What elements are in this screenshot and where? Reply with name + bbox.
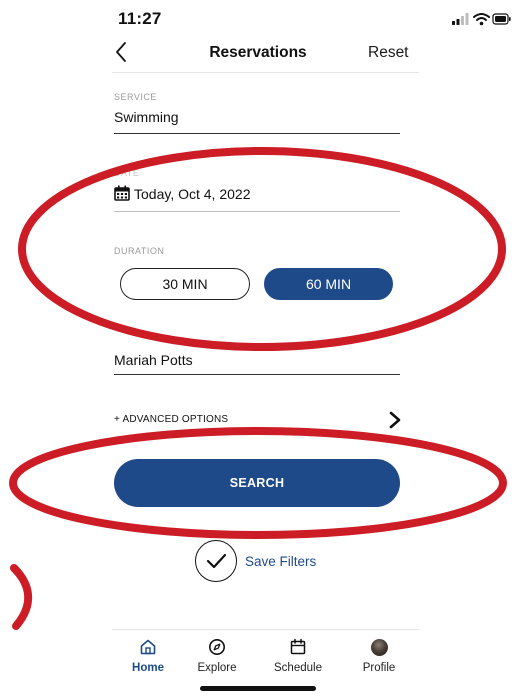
- battery-icon: [492, 13, 511, 25]
- home-indicator: [200, 686, 316, 691]
- service-field[interactable]: Swimming: [114, 109, 179, 125]
- person-underline: [114, 374, 400, 375]
- reset-button[interactable]: Reset: [368, 44, 409, 62]
- wifi-icon: [473, 13, 490, 26]
- duration-label: DURATION: [114, 246, 165, 256]
- date-field[interactable]: Today, Oct 4, 2022: [134, 186, 250, 202]
- status-time: 11:27: [118, 9, 162, 28]
- tab-home-label: Home: [132, 662, 164, 674]
- avatar: [370, 638, 388, 656]
- page-title: Reservations: [209, 44, 307, 61]
- calendar-icon: [114, 185, 130, 201]
- search-button[interactable]: SEARCH: [114, 459, 400, 507]
- duration-30-min-option[interactable]: 30 MIN: [120, 268, 250, 300]
- tab-home[interactable]: Home: [113, 636, 183, 674]
- tab-explore-label: Explore: [197, 662, 237, 674]
- date-label: DATE: [114, 168, 140, 178]
- advanced-options-link[interactable]: + ADVANCED OPTIONS: [114, 414, 228, 425]
- cellular-signal-icon: [452, 13, 469, 25]
- save-filters-label[interactable]: Save Filters: [245, 554, 316, 569]
- status-icons: [452, 13, 511, 26]
- annotation-ellipse-date-duration: [18, 147, 506, 351]
- home-icon: [140, 639, 156, 655]
- annotation-overlay: [9, 147, 507, 630]
- tab-explore[interactable]: Explore: [182, 636, 252, 674]
- header-divider: [112, 72, 419, 73]
- back-button[interactable]: [112, 40, 132, 64]
- date-underline: [114, 211, 400, 212]
- save-filters-toggle[interactable]: [195, 540, 237, 582]
- person-field[interactable]: Mariah Potts: [114, 352, 193, 368]
- service-underline: [114, 133, 400, 134]
- calendar-icon: [290, 638, 306, 655]
- tab-profile[interactable]: Profile: [344, 636, 414, 674]
- chevron-left-icon: [116, 42, 126, 62]
- tab-profile-label: Profile: [362, 662, 396, 674]
- tab-schedule[interactable]: Schedule: [263, 636, 333, 674]
- tab-schedule-label: Schedule: [274, 662, 322, 674]
- checkmark-icon: [206, 553, 227, 569]
- service-label: SERVICE: [114, 92, 157, 102]
- tab-bar-divider: [112, 629, 419, 630]
- chevron-right-icon[interactable]: [386, 410, 404, 430]
- duration-60-min-option[interactable]: 60 MIN: [264, 268, 393, 300]
- annotation-stroke-left: [10, 564, 33, 630]
- compass-icon: [209, 639, 225, 655]
